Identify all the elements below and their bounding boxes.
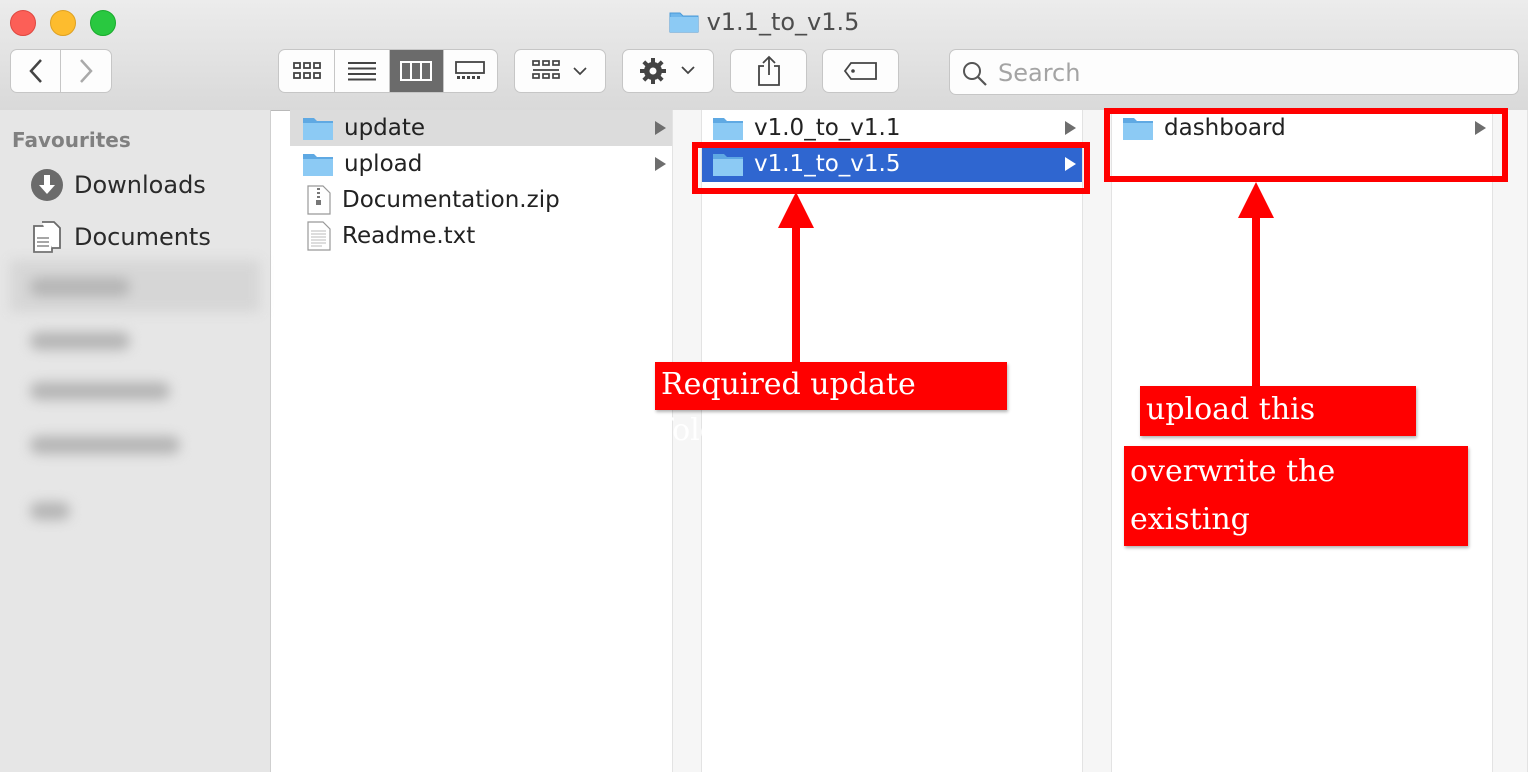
gallery-view-button[interactable] [444,50,498,92]
annotation-overwrite: overwrite the existing folder on the ser… [1124,446,1468,585]
browser-column-1: update upload Documentation.zip Readme.t… [290,110,672,772]
list-item-documentation-zip[interactable]: Documentation.zip [290,182,672,218]
forward-button[interactable] [61,50,111,92]
sidebar-item-label: Downloads [74,171,206,199]
gallery-icon [455,61,486,79]
search-input[interactable] [996,56,1500,90]
sidebar-section-header: Favourites [12,128,131,152]
item-label: Readme.txt [342,223,476,249]
group-grid-icon [532,60,587,79]
download-icon [30,168,64,202]
folder-icon [302,115,334,141]
back-button[interactable] [11,50,62,92]
nav-button-group [10,49,112,93]
search-field[interactable] [949,49,1519,95]
gear-icon [640,58,695,84]
text-file-icon [306,221,332,251]
annotation-overwrite-line-2: folder on the server [1130,550,1432,585]
browser-column-2: v1.0_to_v1.1 v1.1_to_v1.5 [702,110,1082,772]
sidebar-item-downloads[interactable]: Downloads [30,165,206,205]
tag-icon [843,62,877,80]
window-title-text: v1.1_to_v1.5 [706,8,860,36]
window-toolbar: v1.1_to_v1.5 [0,0,1528,111]
group-by-button[interactable] [514,49,606,93]
share-icon [757,55,780,86]
view-mode-segmented [278,49,498,93]
list-item-upload[interactable]: upload [290,146,672,182]
share-button[interactable] [730,49,807,93]
search-icon [963,62,987,86]
item-label: v1.0_to_v1.1 [754,115,901,141]
folder-icon [669,9,699,39]
sidebar-item-documents[interactable]: Documents [30,217,211,257]
zip-file-icon [306,185,332,215]
disclosure-arrow-icon [1065,121,1076,135]
annotation-required-update-folder: Required update folder [655,362,1007,448]
sidebar: Favourites Downloads Documents [0,110,271,772]
folder-icon [712,115,744,141]
annotation-upload-folder: upload this folder [1140,386,1416,475]
list-item-update[interactable]: update [290,110,672,146]
list-icon [348,62,377,81]
item-label: update [344,115,426,141]
annotation-arrowhead [778,192,814,228]
item-label: upload [344,151,423,177]
column-resizer[interactable] [1082,110,1112,772]
tags-button[interactable] [822,49,899,93]
disclosure-arrow-icon [655,157,666,171]
chevron-left-icon [28,59,42,83]
blurred-sidebar-items [10,260,260,540]
annotation-arrowhead [1238,182,1274,218]
highlight-box-update-folder [692,142,1090,194]
action-menu-button[interactable] [622,49,714,93]
list-item-v1-0-to-v1-1[interactable]: v1.0_to_v1.1 [702,110,1082,146]
column-resizer[interactable] [1492,110,1528,772]
annotation-overwrite-line-1: overwrite the existing [1130,454,1336,537]
annotation-arrow-shaft [792,226,800,364]
highlight-box-dashboard [1104,108,1508,182]
list-view-button[interactable] [335,50,390,92]
chevron-right-icon [80,59,93,83]
annotation-arrow-shaft [1252,216,1260,386]
grid-icon [292,62,321,79]
sidebar-item-label: Documents [74,223,211,251]
window-title: v1.1_to_v1.5 [0,8,1528,39]
folder-icon [302,151,334,177]
list-item-readme-txt[interactable]: Readme.txt [290,218,672,254]
item-label: Documentation.zip [342,187,560,213]
document-icon [30,220,64,254]
disclosure-arrow-icon [655,121,666,135]
columns-icon [400,61,433,81]
column-view-button[interactable] [389,50,444,92]
icon-view-button[interactable] [279,50,336,92]
